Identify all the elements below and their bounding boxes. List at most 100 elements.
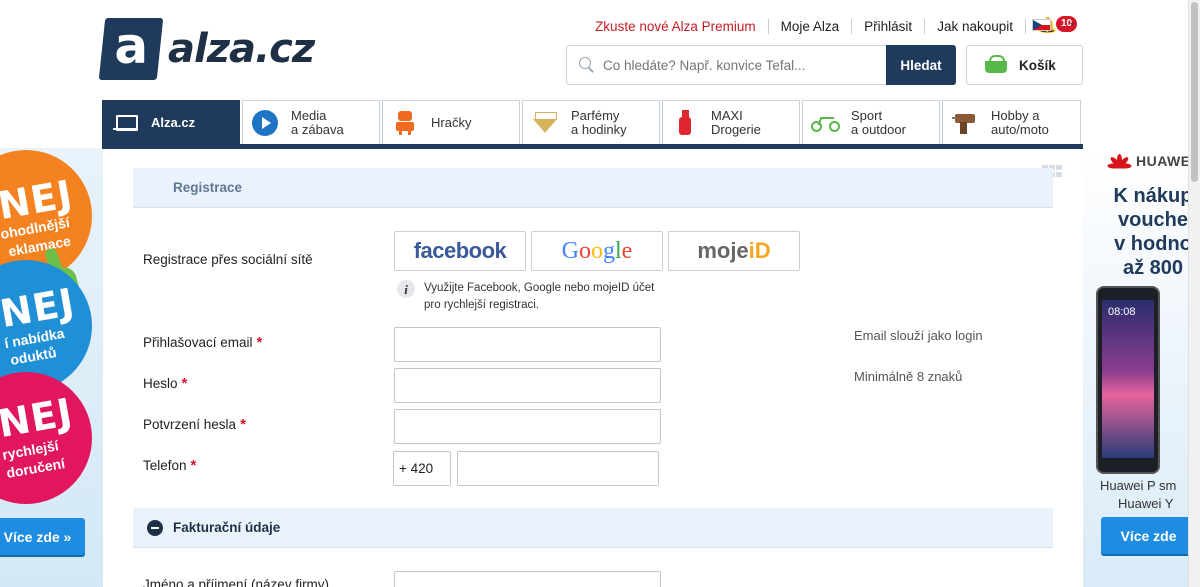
google-letter: o xyxy=(579,237,591,264)
email-label-text: Přihlašovací email xyxy=(143,335,253,350)
confirm-password-field[interactable] xyxy=(394,409,661,444)
scrollbar-thumb[interactable] xyxy=(1191,2,1198,182)
phone-prefix-select[interactable]: + 420 xyxy=(393,451,451,486)
email-hint: Email slouží jako login xyxy=(854,328,983,343)
name-label: Jméno a příjmení (název firmy) xyxy=(143,577,330,587)
password-label-text: Heslo xyxy=(143,376,178,391)
category-tabs: Alza.cz Media a zábava Hračky Parfémy a ho… xyxy=(102,100,1083,144)
tab-label-2: a zábava xyxy=(291,121,344,137)
tab-alza[interactable]: Alza.cz xyxy=(102,100,240,144)
tab-sport[interactable]: Sport a outdoor xyxy=(802,100,940,144)
social-label: Registrace přes sociální sítě xyxy=(143,252,313,267)
required-mark: * xyxy=(240,416,246,433)
tab-label-2: auto/moto xyxy=(991,121,1049,137)
mojeid-text: moje xyxy=(697,238,749,263)
tab-label: Hobby a xyxy=(991,107,1040,123)
collapse-minus-icon[interactable] xyxy=(147,519,163,536)
drill-icon xyxy=(951,109,979,137)
caption-line: Huawei Y xyxy=(1118,496,1174,511)
confirm-password-label: Potvrzení hesla * xyxy=(143,416,246,433)
caption-line: Huawei P sm xyxy=(1100,478,1177,493)
tab-toys[interactable]: Hračky xyxy=(382,100,520,144)
required-mark: * xyxy=(181,375,188,392)
info-icon: i xyxy=(397,280,415,298)
tab-drugstore[interactable]: MAXI Drogerie xyxy=(662,100,800,144)
bike-icon xyxy=(811,109,840,137)
google-letter: l xyxy=(615,237,622,264)
tab-label: Hračky xyxy=(431,114,472,130)
registration-header: Registrace xyxy=(133,168,1053,208)
promo-headline: K nákup vouche v hodno až 800 xyxy=(1098,184,1200,280)
right-more-button[interactable]: Více zde xyxy=(1101,517,1196,554)
basket-icon xyxy=(983,55,1009,75)
tab-perfumes[interactable]: Parfémy a hodinky xyxy=(522,100,660,144)
premium-link[interactable]: Zkuste nové Alza Premium xyxy=(595,18,769,34)
diamond-icon xyxy=(531,109,559,137)
google-letter: o xyxy=(591,237,603,264)
search-button[interactable]: Hledat xyxy=(886,45,956,85)
scrollbar[interactable] xyxy=(1188,0,1200,587)
tab-label-2: Drogerie xyxy=(711,121,761,137)
promo-line: vouche xyxy=(1117,209,1189,231)
tab-label: Media xyxy=(291,107,327,123)
huawei-brand-text: HUAWEI xyxy=(1136,153,1195,169)
phone-label: Telefon * xyxy=(143,457,196,474)
search-input[interactable] xyxy=(603,57,883,73)
google-letter: e xyxy=(621,237,633,264)
search-bar: Hledat xyxy=(566,45,956,85)
google-button[interactable]: Google xyxy=(531,231,663,271)
czech-flag-icon[interactable] xyxy=(1032,19,1051,31)
required-mark: * xyxy=(256,334,263,351)
tab-media[interactable]: Media a zábava xyxy=(242,100,380,144)
confirm-label-text: Potvrzení hesla xyxy=(143,417,237,432)
tab-label: Parfémy xyxy=(571,107,620,123)
bottle-icon xyxy=(671,109,699,137)
search-icon xyxy=(579,57,595,73)
how-to-buy-link[interactable]: Jak nakoupit xyxy=(925,18,1026,34)
billing-header[interactable]: Fakturační údaje xyxy=(133,508,1053,548)
nej-text: NEJ xyxy=(0,389,77,447)
required-mark: * xyxy=(190,457,197,474)
chevron-down-icon[interactable]: ⌄ xyxy=(1068,17,1076,28)
password-label: Heslo * xyxy=(143,375,187,392)
tab-label: MAXI xyxy=(711,107,743,123)
password-field[interactable] xyxy=(394,368,661,403)
email-label: Přihlašovací email * xyxy=(143,334,262,351)
logo-mark-letter: a xyxy=(114,17,149,75)
robot-icon xyxy=(391,109,419,137)
info-text-2: pro rychlejší registraci. xyxy=(424,299,540,311)
logo-mark: a xyxy=(98,17,164,80)
my-alza-link[interactable]: Moje Alza xyxy=(769,18,853,34)
tab-hobby[interactable]: Hobby a auto/moto xyxy=(942,100,1081,144)
promo-line: až 800 xyxy=(1122,257,1184,279)
play-icon xyxy=(251,109,279,137)
mojeid-mark: iD xyxy=(748,238,771,263)
password-hint: Minimálně 8 znaků xyxy=(854,369,963,384)
alza-logo[interactable]: a alza.cz xyxy=(98,17,315,80)
left-more-button[interactable]: Více zde » xyxy=(0,518,85,555)
facebook-button[interactable]: facebook xyxy=(394,231,526,271)
tab-label: Alza.cz xyxy=(151,114,196,130)
login-link[interactable]: Přihlásit xyxy=(852,18,926,34)
social-info: i Využijte Facebook, Google nebo mojeID … xyxy=(397,280,654,314)
tab-label-2: a hodinky xyxy=(571,121,627,137)
promo-line: v hodno xyxy=(1114,233,1192,255)
google-letter: G xyxy=(561,237,579,264)
mojeid-button[interactable]: moje iD xyxy=(668,231,800,271)
cart-button[interactable]: Košík xyxy=(966,45,1083,85)
top-links: Zkuste nové Alza Premium Moje Alza Přihl… xyxy=(595,16,1082,35)
billing-title: Fakturační údaje xyxy=(173,520,281,535)
tab-label-2: a outdoor xyxy=(851,121,906,137)
email-field[interactable] xyxy=(394,327,661,362)
google-letter: g xyxy=(603,237,615,264)
phone-label-text: Telefon xyxy=(143,458,187,473)
laptop-icon xyxy=(111,109,139,137)
cart-label: Košík xyxy=(1019,57,1056,73)
phone-field[interactable] xyxy=(457,451,659,486)
name-field[interactable] xyxy=(394,571,661,587)
info-text-1: Využijte Facebook, Google nebo mojeID úč… xyxy=(424,282,655,294)
phone-image: 08:08 xyxy=(1096,286,1160,474)
nej-text: NEJ xyxy=(0,279,79,337)
promo-line: K nákup xyxy=(1113,185,1193,207)
phone-time: 08:08 xyxy=(1108,306,1136,318)
